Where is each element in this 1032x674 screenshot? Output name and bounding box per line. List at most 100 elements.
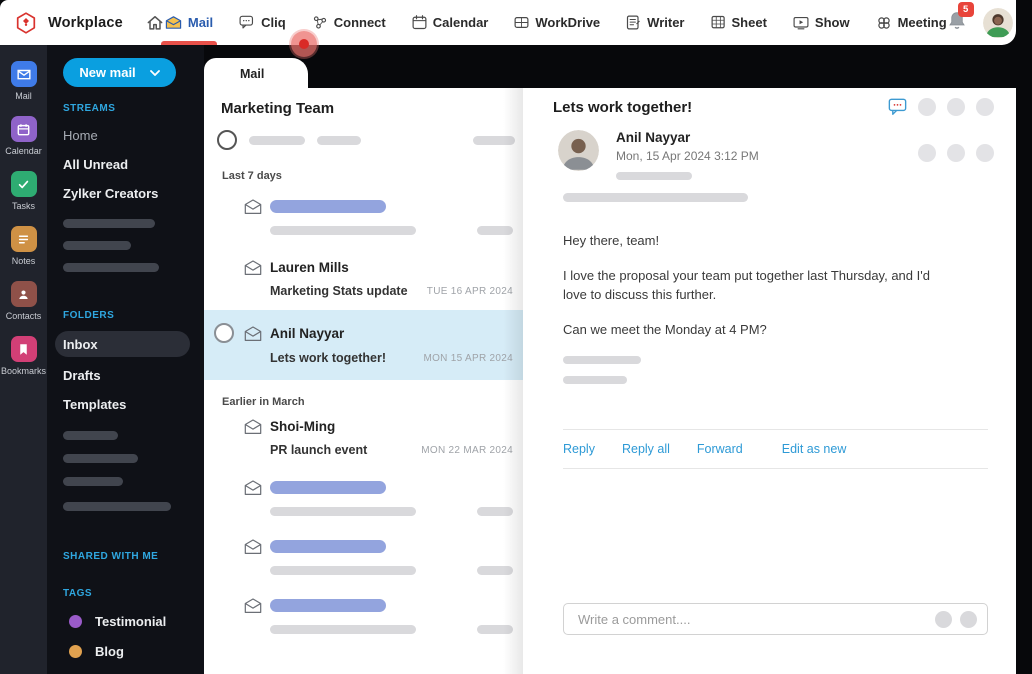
topnav-cliq[interactable]: Cliq — [239, 0, 286, 45]
sidebar-skeleton-bar — [63, 477, 123, 486]
envelope-icon — [243, 597, 263, 614]
sidebar-skeleton-bar — [63, 502, 171, 511]
comment-input[interactable] — [578, 611, 935, 627]
tag-item-testimonial[interactable]: Testimonial — [69, 614, 204, 629]
comment-box — [563, 603, 988, 635]
skeleton-preview-bar — [270, 507, 416, 516]
sidebar-item-inbox[interactable]: Inbox — [55, 331, 190, 357]
writer-icon — [626, 15, 641, 30]
home-icon[interactable] — [145, 13, 165, 33]
user-avatar[interactable] — [982, 7, 1013, 38]
mail-sender: Lauren Mills — [270, 260, 349, 275]
sidebar-item-home[interactable]: Home — [63, 128, 204, 143]
mail-list-panel: Marketing Team Last 7 days Lauren Mills — [204, 88, 523, 674]
recipient-skeleton-bar — [616, 172, 692, 180]
mail-item-checkbox[interactable] — [214, 323, 234, 343]
shared-with-me-label[interactable]: SHARED WITH ME — [63, 551, 204, 562]
mail-list-item-selected[interactable]: Anil Nayyar Lets work together! MON 15 A… — [204, 310, 523, 380]
new-mail-button[interactable]: New mail — [63, 58, 176, 87]
topnav-mail[interactable]: Mail — [160, 0, 218, 45]
topnav-connect[interactable]: Connect — [312, 0, 386, 45]
signature-skeleton-bar — [563, 356, 641, 365]
meta-skeleton-bar — [563, 193, 748, 202]
message-action-button[interactable] — [947, 144, 965, 162]
mail-date: MON 15 APR 2024 — [423, 352, 513, 364]
workdrive-icon — [514, 15, 529, 30]
skeleton-subject-bar — [270, 481, 386, 494]
skeleton-date-bar — [477, 226, 513, 235]
select-all-row — [217, 130, 515, 150]
rail-item-contacts[interactable]: Contacts — [0, 281, 47, 321]
zoho-workplace-app: Workplace Mail Cliq Connect Calendar Wor… — [0, 0, 1032, 674]
sender-meta: Anil Nayyar Mon, 15 Apr 2024 3:12 PM — [616, 130, 759, 180]
mail-list-item-skeleton[interactable] — [204, 538, 523, 575]
tag-color-dot — [69, 615, 82, 628]
notifications-bell-icon[interactable]: 5 — [947, 1, 974, 36]
reader-action-button[interactable] — [976, 98, 994, 116]
comments-icon[interactable] — [888, 98, 907, 116]
rail-item-bookmarks[interactable]: Bookmarks — [0, 336, 47, 376]
sidebar-item-templates[interactable]: Templates — [63, 397, 204, 412]
comment-actions — [935, 610, 977, 628]
select-all-checkbox[interactable] — [217, 130, 237, 150]
mail-sender: Shoi-Ming — [270, 419, 336, 434]
message-actions — [918, 144, 994, 180]
tag-item-blog[interactable]: Blog — [69, 644, 204, 659]
mail-subject: Marketing Stats update — [270, 284, 408, 298]
active-tab-underline — [160, 41, 218, 45]
message-action-button[interactable] — [918, 144, 936, 162]
calendar-app-icon — [10, 116, 37, 142]
comment-action-button[interactable] — [960, 610, 977, 628]
mail-panel-tab[interactable]: Mail — [204, 58, 308, 90]
mail-date: MON 22 MAR 2024 — [421, 444, 513, 456]
contacts-app-icon — [10, 281, 37, 307]
toolbar-skeleton-bar — [473, 135, 515, 145]
chevron-down-icon — [149, 69, 160, 76]
topnav-writer[interactable]: Writer — [626, 0, 685, 45]
brand-name: Workplace — [48, 14, 123, 31]
sidebar-item-all-unread[interactable]: All Unread — [63, 157, 204, 172]
reply-all-link[interactable]: Reply all — [622, 442, 670, 456]
notes-app-icon — [10, 226, 37, 252]
mail-list-item-skeleton[interactable] — [204, 597, 523, 634]
rail-item-notes[interactable]: Notes — [0, 226, 47, 266]
workplace-logo-icon[interactable] — [14, 11, 38, 35]
topnav-workdrive[interactable]: WorkDrive — [514, 0, 600, 45]
mail-list-item-skeleton[interactable] — [204, 198, 523, 235]
envelope-icon — [243, 325, 263, 342]
mail-list-item[interactable]: Lauren Mills Marketing Stats update TUE … — [204, 259, 523, 298]
skeleton-date-bar — [477, 507, 513, 516]
sheet-icon — [711, 15, 726, 30]
topnav-calendar[interactable]: Calendar — [412, 0, 488, 45]
tasks-app-icon — [10, 171, 37, 197]
mail-list-item-skeleton[interactable] — [204, 479, 523, 516]
mail-sidebar: New mail STREAMS Home All Unread Zylker … — [47, 45, 204, 674]
app-rail: Mail Calendar Tasks Notes Contacts Bookm… — [0, 45, 47, 674]
forward-link[interactable]: Forward — [697, 442, 743, 456]
reader-action-button[interactable] — [947, 98, 965, 116]
topnav-sheet[interactable]: Sheet — [711, 0, 767, 45]
topnav-show[interactable]: Show — [793, 0, 850, 45]
skeleton-subject-bar — [270, 540, 386, 553]
envelope-icon — [243, 479, 263, 496]
message-action-button[interactable] — [976, 144, 994, 162]
rail-item-mail[interactable]: Mail — [0, 61, 47, 101]
comment-action-button[interactable] — [935, 610, 952, 628]
rail-item-calendar[interactable]: Calendar — [0, 116, 47, 156]
skeleton-preview-bar — [270, 226, 416, 235]
reply-link[interactable]: Reply — [563, 442, 595, 456]
edit-as-new-link[interactable]: Edit as new — [782, 442, 847, 456]
mail-date: TUE 16 APR 2024 — [426, 285, 513, 297]
mail-list-item[interactable]: Shoi-Ming PR launch event MON 22 MAR 202… — [204, 418, 523, 457]
mail-app-icon — [10, 61, 37, 87]
skeleton-subject-bar — [270, 599, 386, 612]
tag-color-dot — [69, 645, 82, 658]
folders-section-label: FOLDERS — [63, 310, 115, 321]
sender-block: Anil Nayyar Mon, 15 Apr 2024 3:12 PM — [523, 116, 1016, 180]
sidebar-item-drafts[interactable]: Drafts — [63, 368, 204, 383]
rail-item-tasks[interactable]: Tasks — [0, 171, 47, 211]
topnav-meeting[interactable]: Meeting — [876, 0, 947, 45]
toolbar-skeleton-bar — [317, 135, 361, 145]
reader-action-button[interactable] — [918, 98, 936, 116]
sidebar-item-zylker-creators[interactable]: Zylker Creators — [63, 186, 204, 201]
